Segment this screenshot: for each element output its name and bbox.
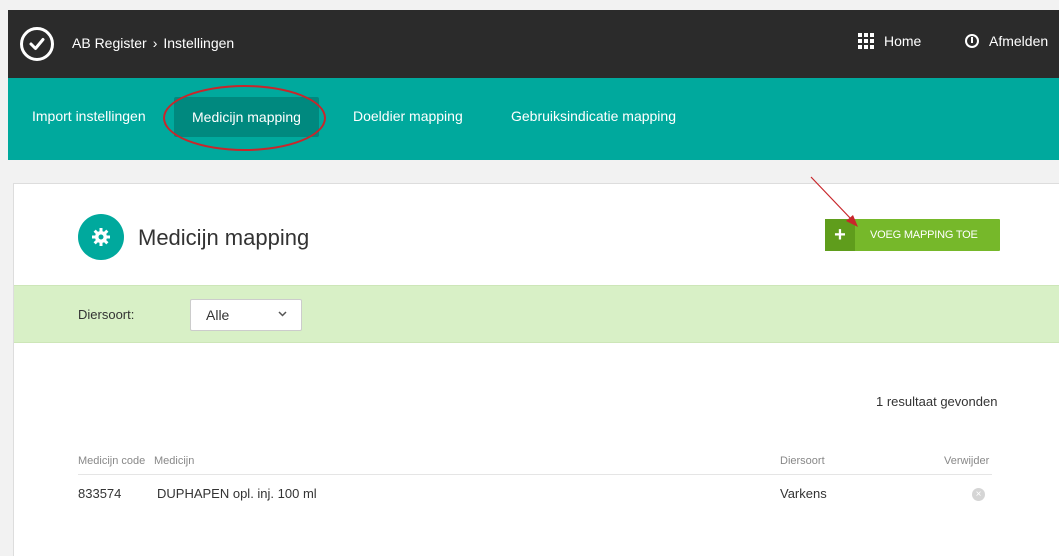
filter-bar: Diersoort: Alle [14,285,1059,343]
cell-medicijn: DUPHAPEN opl. inj. 100 ml [157,486,317,501]
add-mapping-label: VOEG MAPPING TOE [870,229,978,241]
tab-medicijn-mapping[interactable]: Medicijn mapping [174,97,319,137]
cell-medicijn-code: 833574 [78,486,122,501]
table-header-divider [78,474,992,475]
diersoort-filter-label: Diersoort: [78,307,135,322]
tab-gebruiksindicatie-mapping[interactable]: Gebruiksindicatie mapping [511,108,676,124]
main-panel: Medicijn mapping + VOEG MAPPING TOE Dier… [13,183,1059,556]
breadcrumb-separator: › [152,35,158,51]
tab-import-instellingen[interactable]: Import instellingen [32,108,146,124]
tab-doeldier-mapping[interactable]: Doeldier mapping [353,108,463,124]
add-mapping-button[interactable]: + VOEG MAPPING TOE [825,219,1000,251]
breadcrumb: AB Register › Instellingen [72,35,234,51]
column-header-diersoort: Diersoort [780,455,825,467]
delete-icon[interactable]: × [972,488,985,501]
breadcrumb-item-ab-register[interactable]: AB Register [72,35,147,51]
checkmark-logo-icon[interactable] [20,27,54,61]
home-link[interactable]: Home [858,33,921,49]
logout-link[interactable]: Afmelden [965,33,1048,49]
plus-icon: + [825,219,855,251]
tab-bar: Import instellingen Medicijn mapping Doe… [8,78,1059,160]
home-label: Home [884,33,922,49]
column-header-verwijder: Verwijder [944,455,990,467]
power-icon [965,34,979,48]
cell-diersoort: Varkens [780,486,827,501]
page-title: Medicijn mapping [138,225,310,250]
gear-icon [78,214,124,260]
result-count: 1 resultaat gevonden [876,394,998,409]
logout-label: Afmelden [989,33,1049,49]
diersoort-select[interactable]: Alle [190,299,302,331]
chevron-down-icon [278,309,287,320]
column-header-medicijn-code: Medicijn code [78,455,146,467]
breadcrumb-item-instellingen: Instellingen [163,35,235,51]
grid-icon [858,33,874,49]
column-header-medicijn: Medicijn [154,455,195,467]
top-bar: AB Register › Instellingen Home Afmelden [8,10,1059,78]
diersoort-select-value: Alle [206,307,230,323]
